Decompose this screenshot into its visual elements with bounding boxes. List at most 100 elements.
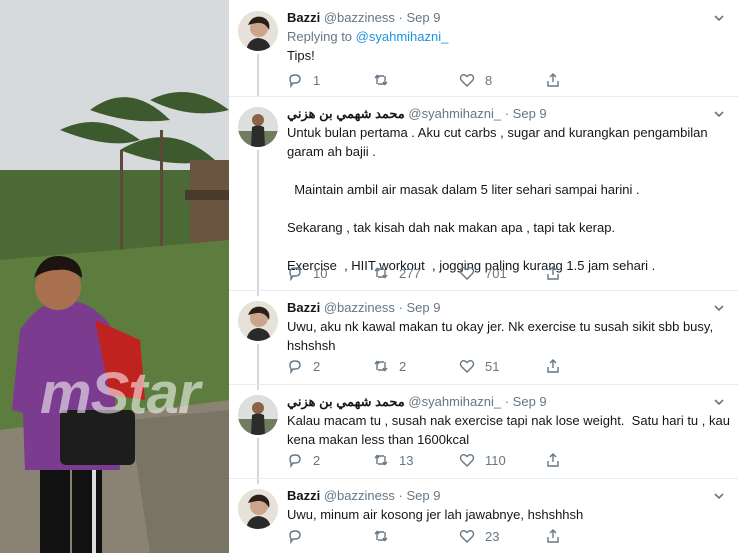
separator-dot: · — [504, 394, 510, 409]
tweet-date[interactable]: Sep 9 — [406, 300, 440, 315]
retweet-button[interactable]: 2 — [373, 357, 406, 375]
retweet-button[interactable]: 277 — [373, 264, 421, 282]
share-button[interactable] — [545, 527, 571, 545]
author-handle[interactable]: @syahmihazni_ — [408, 394, 501, 409]
retweet-button[interactable] — [373, 71, 399, 89]
chevron-down-icon[interactable] — [712, 301, 726, 315]
replying-to-handle[interactable]: @syahmihazni_ — [356, 29, 449, 44]
author-handle[interactable]: @bazziness — [324, 10, 395, 25]
reply-button[interactable]: 2 — [287, 451, 320, 469]
like-count: 110 — [485, 452, 506, 468]
like-button[interactable]: 8 — [459, 71, 492, 89]
share-button[interactable] — [545, 451, 571, 469]
retweet-count: 13 — [399, 452, 414, 468]
share-icon — [547, 453, 559, 467]
like-button[interactable]: 51 — [459, 357, 499, 375]
tweet[interactable]: Bazzi @bazziness · Sep 9 Replying to @sy… — [229, 8, 738, 97]
tweet[interactable]: محمد شهمي بن هزني @syahmihazni_ · Sep 9 … — [229, 104, 738, 296]
tweet[interactable]: محمد شهمي بن هزني @syahmihazni_ · Sep 9 … — [229, 392, 738, 484]
profile-photo: mStar — [0, 0, 229, 553]
divider — [229, 478, 738, 479]
tweet-line: Kalau macam tu , susah nak exercise tapi… — [287, 413, 730, 428]
separator-dot: · — [398, 488, 403, 503]
share-button[interactable] — [545, 264, 571, 282]
tweet-text: Untuk bulan pertama . Aku cut carbs , su… — [287, 123, 727, 275]
chevron-down-icon[interactable] — [712, 489, 726, 503]
reply-count: 1 — [313, 72, 321, 88]
tweet-date[interactable]: Sep 9 — [406, 488, 440, 503]
retweet-button[interactable] — [373, 527, 399, 545]
like-button[interactable]: 701 — [459, 264, 507, 282]
tweet-text: Tips! — [287, 46, 727, 65]
author-handle[interactable]: @bazziness — [324, 300, 395, 315]
divider — [229, 290, 738, 291]
tweet[interactable]: Bazzi @bazziness · Sep 9 Uwu, minum air … — [229, 486, 738, 553]
heart-icon — [459, 267, 475, 280]
author-handle[interactable]: @syahmihazni_ — [408, 106, 501, 121]
retweet-icon — [374, 267, 388, 279]
tweet-actions: 10 277 701 — [287, 264, 587, 282]
tweet-date[interactable]: Sep 9 — [513, 106, 547, 121]
retweet-icon — [374, 454, 388, 466]
reply-button[interactable]: 10 — [287, 264, 327, 282]
author-name[interactable]: Bazzi — [287, 488, 320, 503]
avatar[interactable] — [238, 107, 278, 147]
like-button[interactable]: 23 — [459, 527, 499, 545]
share-button[interactable] — [545, 71, 571, 89]
reply-icon — [289, 267, 301, 281]
chevron-down-icon[interactable] — [712, 107, 726, 121]
tweet-line — [287, 237, 727, 256]
share-icon — [547, 529, 559, 543]
tweet-date[interactable]: Sep 9 — [406, 10, 440, 25]
tweet-line: Uwu, aku nk kawal makan tu okay jer. Nk … — [287, 319, 714, 334]
chevron-down-icon[interactable] — [712, 395, 726, 409]
tweet-header: Bazzi @bazziness · Sep 9 — [287, 298, 440, 318]
tweet-text: Kalau macam tu , susah nak exercise tapi… — [287, 411, 730, 449]
author-name[interactable]: محمد شهمي بن هزني — [287, 106, 405, 121]
avatar[interactable] — [238, 11, 278, 51]
like-button[interactable]: 110 — [459, 451, 506, 469]
tweet-line: hshshsh — [287, 338, 336, 353]
tweet-date[interactable]: Sep 9 — [513, 394, 547, 409]
tweet-text: Uwu, minum air kosong jer lah jawabnye, … — [287, 505, 727, 524]
tweet-line: Uwu, minum air kosong jer lah jawabnye, … — [287, 507, 584, 522]
avatar[interactable] — [238, 301, 278, 341]
reply-button[interactable] — [287, 527, 313, 545]
chevron-down-icon[interactable] — [712, 11, 726, 25]
reply-count: 2 — [313, 452, 321, 468]
share-button[interactable] — [545, 357, 571, 375]
retweet-count: 2 — [399, 358, 407, 374]
reply-button[interactable]: 2 — [287, 357, 320, 375]
reply-icon — [289, 74, 301, 88]
retweet-button[interactable]: 13 — [373, 451, 413, 469]
like-count: 701 — [485, 265, 507, 281]
tweet-actions: 2 2 51 — [287, 357, 587, 375]
thread-connector — [257, 150, 259, 296]
tweet-line: Maintain ambil air masak dalam 5 liter s… — [287, 182, 640, 197]
reply-icon — [289, 530, 301, 544]
like-count: 23 — [485, 528, 500, 544]
tweet[interactable]: Bazzi @bazziness · Sep 9 Uwu, aku nk kaw… — [229, 298, 738, 390]
reply-count: 2 — [313, 358, 321, 374]
author-name[interactable]: Bazzi — [287, 300, 320, 315]
heart-icon — [459, 530, 475, 543]
tweet-header: محمد شهمي بن هزني @syahmihazni_ · Sep 9 — [287, 392, 547, 412]
tweet-line: Sekarang , tak kisah dah nak makan apa ,… — [287, 220, 616, 235]
divider — [229, 384, 738, 385]
tweet-thread: Bazzi @bazziness · Sep 9 Replying to @sy… — [229, 0, 738, 553]
thread-connector — [257, 54, 259, 97]
reply-button[interactable]: 1 — [287, 71, 320, 89]
reply-icon — [289, 360, 301, 374]
author-handle[interactable]: @bazziness — [324, 488, 395, 503]
like-count: 51 — [485, 358, 500, 374]
author-name[interactable]: محمد شهمي بن هزني — [287, 394, 405, 409]
avatar[interactable] — [238, 395, 278, 435]
retweet-icon — [374, 74, 388, 86]
retweet-icon — [374, 360, 388, 372]
author-name[interactable]: Bazzi — [287, 10, 320, 25]
tweet-header: Bazzi @bazziness · Sep 9 — [287, 486, 440, 506]
avatar[interactable] — [238, 489, 278, 529]
share-icon — [547, 73, 559, 87]
tweet-header: محمد شهمي بن هزني @syahmihazni_ · Sep 9 — [287, 104, 547, 124]
like-count: 8 — [485, 72, 493, 88]
